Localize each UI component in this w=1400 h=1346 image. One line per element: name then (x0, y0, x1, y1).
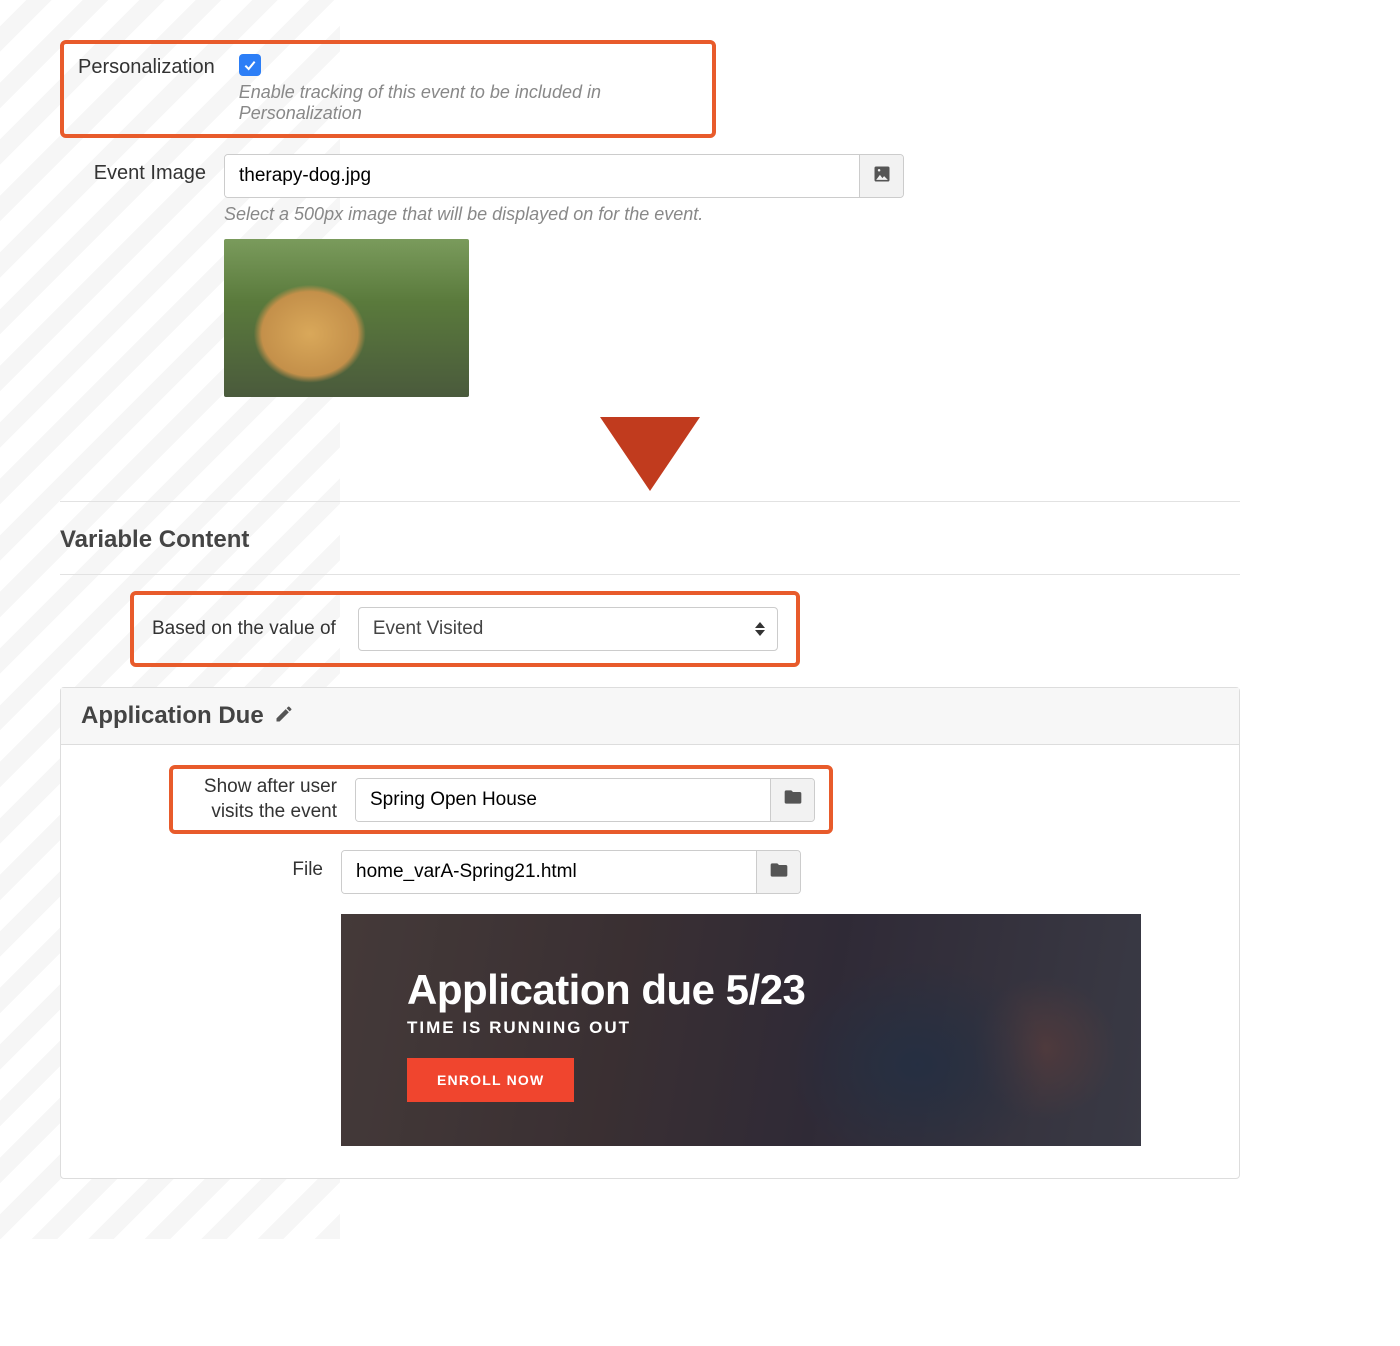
event-image-input[interactable] (225, 155, 859, 197)
rule-panel: Application Due Show after user visits t… (60, 687, 1240, 1179)
variable-content-title: Variable Content (60, 526, 1240, 554)
image-picker-button[interactable] (859, 155, 903, 197)
folder-icon (769, 860, 789, 885)
personalization-highlight: Personalization Enable tracking of this … (60, 40, 716, 138)
rule-title: Application Due (81, 702, 264, 730)
image-icon (872, 164, 892, 189)
file-browse-button[interactable] (756, 851, 800, 893)
arrow-down-icon (600, 417, 700, 491)
event-image-label: Event Image (74, 154, 224, 185)
show-after-label: Show after user visits the event (187, 775, 337, 824)
show-after-input[interactable] (356, 779, 770, 821)
personalization-checkbox[interactable] (239, 54, 261, 76)
folder-icon (783, 787, 803, 812)
banner-subtitle: TIME IS RUNNING OUT (407, 1018, 805, 1038)
show-after-highlight: Show after user visits the event (169, 765, 833, 834)
event-image-help: Select a 500px image that will be displa… (224, 204, 1240, 225)
personalization-label: Personalization (78, 54, 215, 79)
based-on-highlight: Based on the value of Event Visited (130, 591, 800, 667)
based-on-value: Event Visited (373, 618, 484, 640)
event-image-thumbnail (224, 239, 469, 397)
file-label: File (101, 850, 341, 883)
based-on-select[interactable]: Event Visited (358, 607, 778, 651)
based-on-label: Based on the value of (152, 618, 336, 640)
personalization-help: Enable tracking of this event to be incl… (239, 82, 698, 124)
banner-title: Application due 5/23 (407, 966, 805, 1014)
pencil-icon (274, 711, 294, 728)
select-arrows-icon (755, 622, 765, 636)
banner-preview: Application due 5/23 TIME IS RUNNING OUT… (341, 914, 1141, 1146)
edit-rule-button[interactable] (274, 704, 294, 729)
enroll-now-button[interactable]: ENROLL NOW (407, 1058, 574, 1102)
file-input[interactable] (342, 851, 756, 893)
show-after-browse-button[interactable] (770, 779, 814, 821)
